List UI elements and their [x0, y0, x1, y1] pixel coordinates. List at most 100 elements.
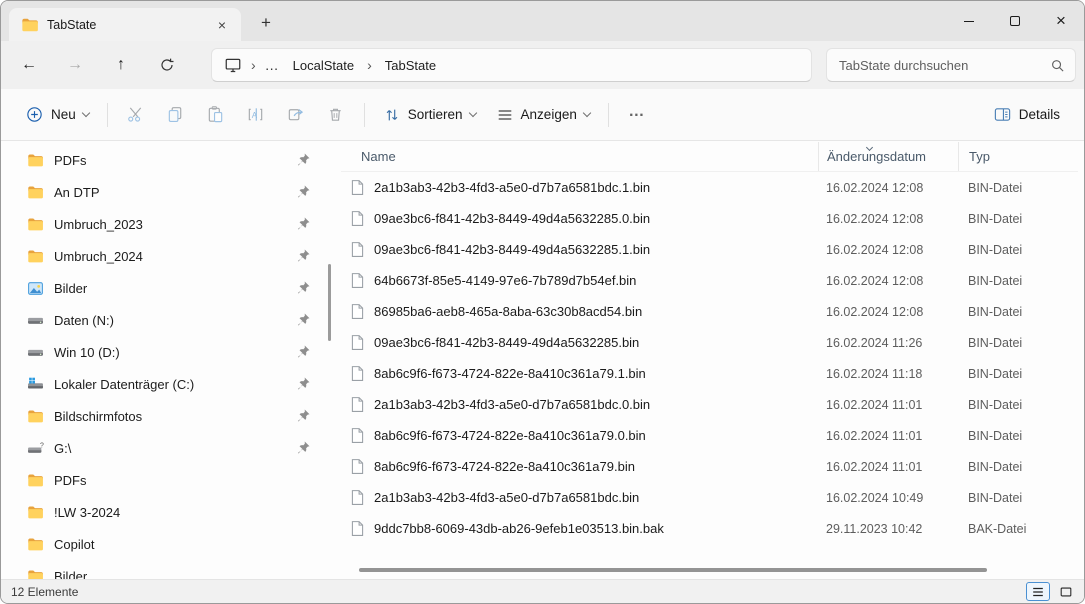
pin-icon — [296, 152, 311, 167]
breadcrumb-tabstate[interactable]: TabState — [381, 56, 440, 75]
file-date: 16.02.2024 12:08 — [818, 212, 958, 226]
cut-button[interactable] — [116, 97, 156, 133]
file-row[interactable]: 09ae3bc6-f841-42b3-8449-49d4a5632285.0.b… — [341, 203, 1078, 234]
share-icon — [286, 105, 305, 124]
sidebar-item[interactable]: Daten (N:) — [9, 304, 327, 336]
file-name: 9ddc7bb8-6069-43db-ab26-9efeb1e03513.bin… — [374, 521, 664, 536]
file-icon — [349, 458, 366, 475]
file-row[interactable]: 9ddc7bb8-6069-43db-ab26-9efeb1e03513.bin… — [341, 513, 1078, 544]
file-name: 64b6673f-85e5-4149-97e6-7b789d7b54ef.bin — [374, 273, 636, 288]
up-button[interactable]: ↑ — [105, 49, 137, 81]
drive-icon — [27, 312, 44, 329]
more-options-button[interactable]: … — [617, 97, 657, 133]
sidebar-item[interactable]: Lokaler Datenträger (C:) — [9, 368, 327, 400]
file-name-cell: 8ab6c9f6-f673-4724-822e-8a410c361a79.0.b… — [341, 427, 818, 444]
tab-title: TabState — [47, 18, 203, 32]
cut-icon — [126, 105, 145, 124]
file-list-area: Name Änderungsdatum Typ 2a1b3ab3-42b3-4f… — [341, 142, 1078, 579]
thumbnail-view-toggle[interactable] — [1054, 582, 1078, 601]
file-row[interactable]: 09ae3bc6-f841-42b3-8449-49d4a5632285.bin… — [341, 327, 1078, 358]
folder-icon — [27, 568, 44, 580]
file-date: 16.02.2024 12:08 — [818, 305, 958, 319]
minimize-icon — [964, 21, 974, 22]
sidebar-item[interactable]: Win 10 (D:) — [9, 336, 327, 368]
paste-button[interactable] — [196, 97, 236, 133]
file-icon — [349, 427, 366, 444]
breadcrumb-ellipsis[interactable]: … — [265, 57, 280, 73]
horizontal-scrollbar[interactable] — [345, 567, 1076, 573]
file-date: 16.02.2024 11:01 — [818, 460, 958, 474]
sidebar-item-label: !LW 3-2024 — [54, 505, 120, 520]
file-explorer-window: TabState × + × ← → ↑ › … LocalState › Ta… — [0, 0, 1085, 604]
file-type: BIN-Datei — [958, 367, 1078, 381]
sidebar-item[interactable]: !LW 3-2024 — [9, 496, 327, 528]
tab-close-icon[interactable]: × — [211, 14, 233, 36]
sidebar-item[interactable]: Umbruch_2024 — [9, 240, 327, 272]
sidebar-item[interactable]: Copilot — [9, 528, 327, 560]
file-icon — [349, 303, 366, 320]
details-pane-button[interactable]: Details — [983, 97, 1070, 133]
sidebar-item[interactable]: Bilder — [9, 560, 327, 579]
column-header-row: Name Änderungsdatum Typ — [341, 142, 1078, 172]
file-row[interactable]: 09ae3bc6-f841-42b3-8449-49d4a5632285.1.b… — [341, 234, 1078, 265]
horizontal-scrollbar-thumb[interactable] — [359, 568, 987, 572]
breadcrumb-localstate[interactable]: LocalState — [289, 56, 358, 75]
file-icon — [349, 334, 366, 351]
address-bar[interactable]: › … LocalState › TabState — [211, 48, 812, 82]
column-header-name[interactable]: Name — [341, 149, 818, 164]
file-row[interactable]: 64b6673f-85e5-4149-97e6-7b789d7b54ef.bin… — [341, 265, 1078, 296]
details-view-toggle[interactable] — [1026, 582, 1050, 601]
circle-plus-icon — [25, 105, 44, 124]
new-tab-button[interactable]: + — [251, 8, 281, 38]
search-box[interactable]: TabState durchsuchen — [826, 48, 1076, 82]
share-button[interactable] — [276, 97, 316, 133]
file-row[interactable]: 8ab6c9f6-f673-4724-822e-8a410c361a79.bin… — [341, 451, 1078, 482]
rename-icon: A — [246, 105, 265, 124]
file-name-cell: 2a1b3ab3-42b3-4fd3-a5e0-d7b7a6581bdc.bin — [341, 489, 818, 506]
pin-icon — [296, 280, 311, 295]
column-header-date[interactable]: Änderungsdatum — [818, 142, 958, 171]
delete-button[interactable] — [316, 97, 356, 133]
minimize-button[interactable] — [946, 1, 992, 41]
maximize-button[interactable] — [992, 1, 1038, 41]
sidebar-item-label: Daten (N:) — [54, 313, 114, 328]
view-button[interactable]: Anzeigen — [486, 97, 600, 133]
sidebar-item[interactable]: Bildschirmfotos — [9, 400, 327, 432]
column-header-type[interactable]: Typ — [958, 142, 1078, 171]
copy-button[interactable] — [156, 97, 196, 133]
tab-tabstate[interactable]: TabState × — [9, 8, 241, 41]
sidebar-item[interactable]: Umbruch_2023 — [9, 208, 327, 240]
maximize-icon — [1010, 16, 1020, 26]
sidebar-scrollbar[interactable] — [328, 264, 331, 341]
forward-button[interactable]: → — [59, 49, 91, 81]
details-pane-label: Details — [1019, 107, 1060, 122]
svg-text:?: ? — [40, 442, 44, 449]
toolbar-divider — [107, 103, 108, 127]
file-row[interactable]: 86985ba6-aeb8-465a-8aba-63c30b8acd54.bin… — [341, 296, 1078, 327]
sidebar-item-label: An DTP — [54, 185, 100, 200]
file-name: 2a1b3ab3-42b3-4fd3-a5e0-d7b7a6581bdc.bin — [374, 490, 639, 505]
file-row[interactable]: 2a1b3ab3-42b3-4fd3-a5e0-d7b7a6581bdc.1.b… — [341, 172, 1078, 203]
sidebar-item[interactable]: An DTP — [9, 176, 327, 208]
file-row[interactable]: 8ab6c9f6-f673-4724-822e-8a410c361a79.0.b… — [341, 420, 1078, 451]
file-icon — [349, 520, 366, 537]
thumbnail-view-icon — [1059, 585, 1073, 599]
file-row[interactable]: 2a1b3ab3-42b3-4fd3-a5e0-d7b7a6581bdc.0.b… — [341, 389, 1078, 420]
new-button-label: Neu — [51, 107, 76, 122]
close-button[interactable]: × — [1038, 1, 1084, 41]
sort-button[interactable]: Sortieren — [373, 97, 486, 133]
sidebar-item[interactable]: PDFs — [9, 464, 327, 496]
sidebar-item-label: Copilot — [54, 537, 94, 552]
new-button[interactable]: Neu — [15, 97, 99, 133]
sidebar-item[interactable]: Bilder — [9, 272, 327, 304]
this-pc-icon[interactable] — [224, 56, 242, 74]
back-button[interactable]: ← — [13, 49, 45, 81]
refresh-button[interactable] — [151, 49, 183, 81]
file-row[interactable]: 8ab6c9f6-f673-4724-822e-8a410c361a79.1.b… — [341, 358, 1078, 389]
sidebar-item[interactable]: PDFs — [9, 144, 327, 176]
file-row[interactable]: 2a1b3ab3-42b3-4fd3-a5e0-d7b7a6581bdc.bin… — [341, 482, 1078, 513]
explorer-body: PDFsAn DTPUmbruch_2023Umbruch_2024Bilder… — [1, 142, 1084, 579]
file-date: 16.02.2024 12:08 — [818, 181, 958, 195]
sidebar-item[interactable]: ?G:\ — [9, 432, 327, 464]
rename-button[interactable]: A — [236, 97, 276, 133]
